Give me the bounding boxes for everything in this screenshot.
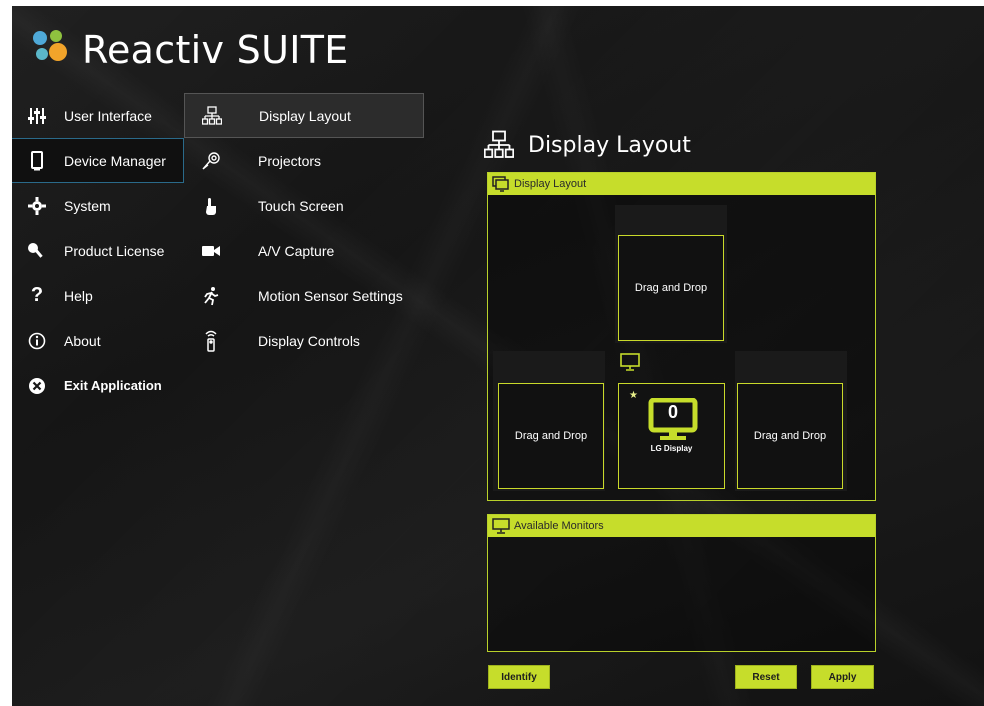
panel-title: Display Layout (514, 178, 587, 190)
subnav-label: Touch Screen (258, 197, 344, 214)
header: Reactiv SUITE (12, 6, 984, 88)
subnav-item-display-layout[interactable]: Display Layout (184, 93, 424, 138)
drop-slot-right[interactable]: Drag and Drop (737, 383, 843, 489)
monitor-icon (492, 518, 510, 534)
reset-button[interactable]: Reset (735, 665, 797, 689)
phone-icon (26, 150, 48, 172)
nav-item-about[interactable]: About (12, 318, 184, 363)
slot-label: Drag and Drop (634, 282, 708, 294)
running-icon (200, 285, 222, 307)
monitors-icon (492, 176, 509, 192)
nav-label: Help (64, 287, 93, 304)
apply-button[interactable]: Apply (811, 665, 874, 689)
drop-slot-top[interactable]: Drag and Drop (618, 235, 724, 341)
nav-label: Product License (64, 242, 165, 259)
slot-label: Drag and Drop (514, 430, 588, 442)
subnav-label: Projectors (258, 152, 322, 169)
network-icon (201, 105, 223, 127)
app-title: Reactiv SUITE (82, 28, 349, 72)
nav-item-system[interactable]: System (12, 183, 184, 228)
panel-header: Available Monitors (488, 515, 875, 537)
info-icon (26, 330, 48, 352)
question-icon: ? (30, 284, 44, 306)
exit-application-button[interactable]: Exit Application (12, 363, 184, 408)
nav-label: About (64, 332, 101, 349)
subnav-item-projectors[interactable]: Projectors (184, 138, 424, 183)
app-window: Reactiv SUITE User Interface Device Mana… (12, 6, 984, 706)
display-number: 0 (667, 402, 678, 422)
display-name: LG Display (650, 444, 693, 453)
subnav-item-touch-screen[interactable]: Touch Screen (184, 183, 424, 228)
projector-icon (200, 150, 222, 172)
gear-icon (26, 195, 48, 217)
display-tile-lg[interactable]: ★ 0 LG Display (618, 383, 725, 489)
nav-label: Exit Application (64, 378, 162, 393)
subnav-label: Display Layout (259, 107, 351, 124)
page-title: Display Layout (528, 132, 691, 158)
identify-button[interactable]: Identify (488, 665, 550, 689)
nav-item-help[interactable]: ? Help (12, 273, 184, 318)
available-monitors-panel: Available Monitors (487, 514, 876, 652)
panel-title: Available Monitors (514, 520, 604, 532)
page-header: Display Layout (484, 130, 691, 160)
nav-item-user-interface[interactable]: User Interface (12, 93, 184, 138)
panel-header: Display Layout (488, 173, 875, 195)
sub-nav: Display Layout Projectors Touch Screen A… (184, 93, 424, 363)
nav-label: User Interface (64, 107, 152, 124)
subnav-item-motion-sensor-settings[interactable]: Motion Sensor Settings (184, 273, 424, 318)
subnav-label: Motion Sensor Settings (258, 287, 403, 304)
monitor-icon (620, 353, 640, 371)
touch-icon (200, 195, 222, 217)
nav-label: System (64, 197, 111, 214)
subnav-label: Display Controls (258, 332, 360, 349)
subnav-label: A/V Capture (258, 242, 335, 259)
network-icon (484, 130, 514, 158)
nav-item-device-manager[interactable]: Device Manager (12, 138, 184, 183)
nav-label: Device Manager (64, 152, 166, 169)
slot-label: Drag and Drop (753, 430, 827, 442)
nav-item-product-license[interactable]: Product License (12, 228, 184, 273)
subnav-item-display-controls[interactable]: Display Controls (184, 318, 424, 363)
close-circle-icon (26, 375, 48, 397)
logo-icon (33, 30, 67, 61)
key-icon (26, 240, 48, 262)
camera-icon (200, 240, 222, 262)
sliders-icon (26, 105, 48, 127)
display-layout-panel: Display Layout Drag and Drop Drag and Dr… (487, 172, 876, 501)
subnav-item-av-capture[interactable]: A/V Capture (184, 228, 424, 273)
drop-slot-left[interactable]: Drag and Drop (498, 383, 604, 489)
main-nav: User Interface Device Manager System Pro… (12, 93, 184, 408)
primary-star-icon: ★ (629, 390, 638, 401)
remote-icon (200, 330, 222, 352)
